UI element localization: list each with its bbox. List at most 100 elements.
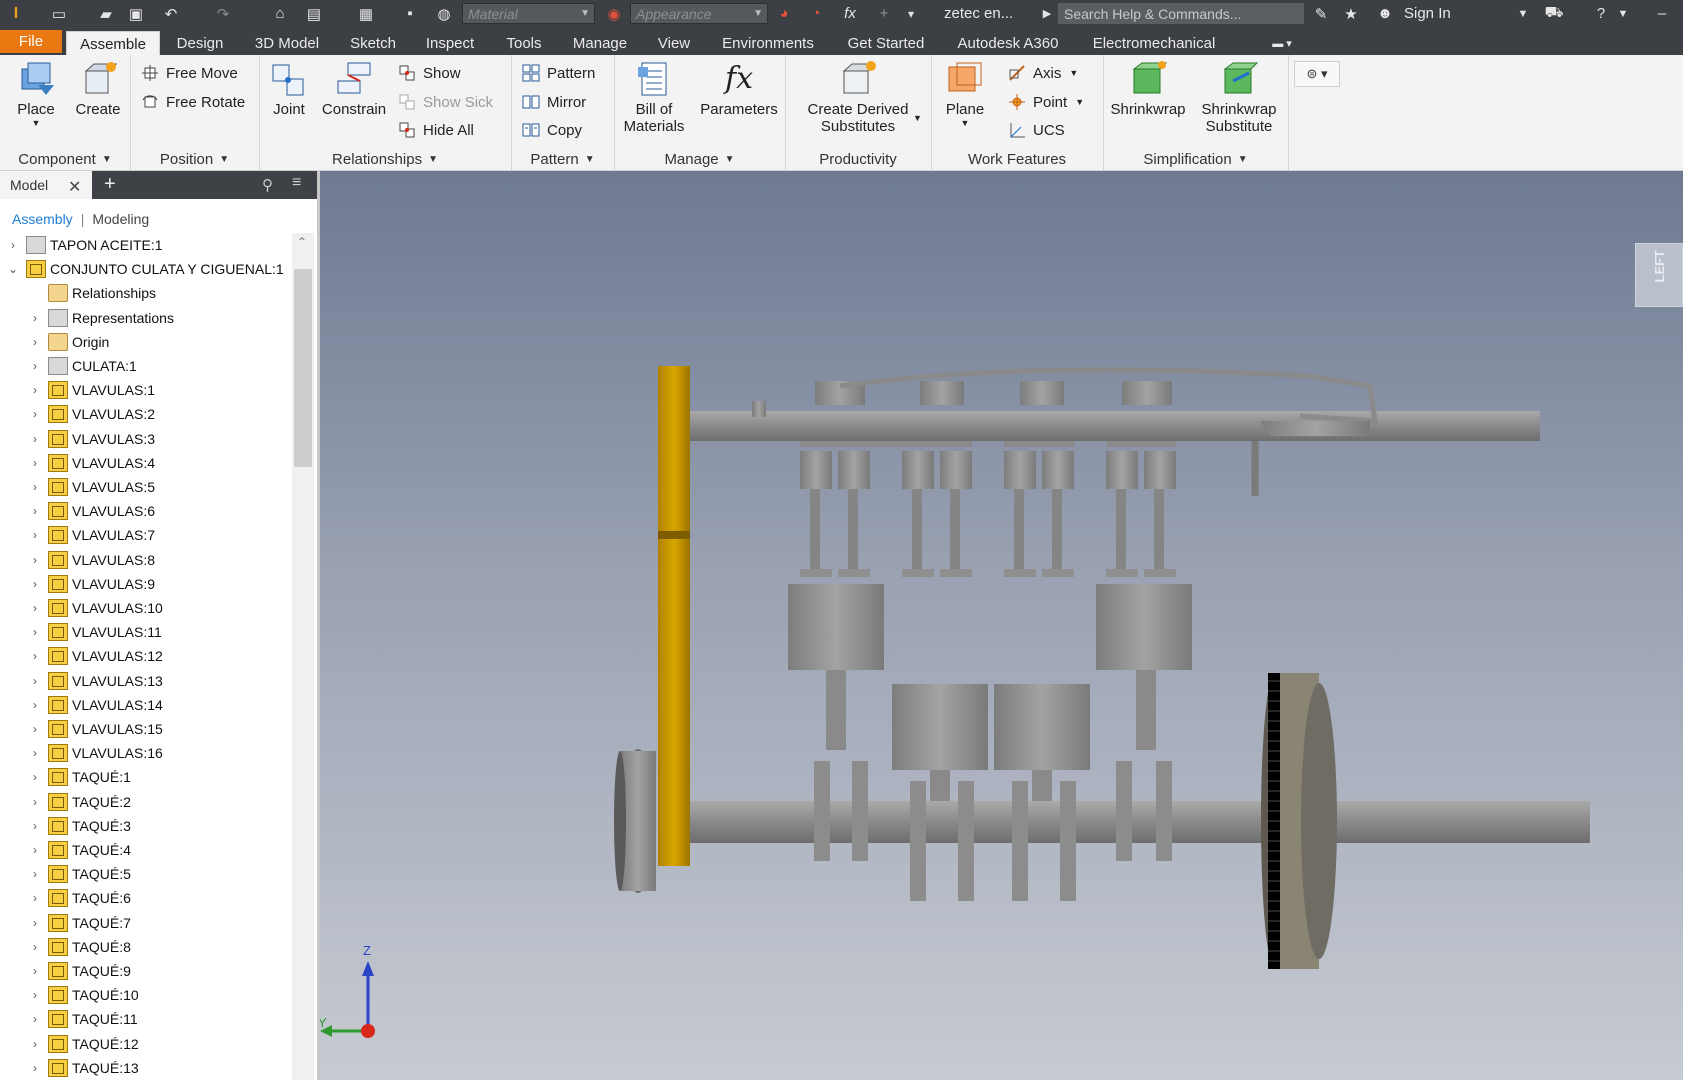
binoculars-icon[interactable]: ✎ — [1310, 0, 1332, 27]
pattern-button[interactable]: Pattern — [521, 61, 595, 85]
close-icon[interactable]: ✕ — [68, 177, 81, 197]
plane-button[interactable]: Plane ▼ — [935, 59, 995, 128]
tab-manage[interactable]: Manage — [564, 31, 636, 55]
expand-chevron-icon[interactable]: › — [30, 383, 40, 397]
tree-item[interactable]: › Origin — [0, 330, 292, 354]
hamburger-menu-icon[interactable]: ≡ — [292, 174, 301, 192]
expand-chevron-icon[interactable]: › — [30, 698, 40, 712]
tree-item[interactable]: Relationships — [0, 281, 292, 305]
tab-assemble[interactable]: Assemble — [66, 31, 160, 56]
ucs-button[interactable]: UCS — [1007, 118, 1065, 142]
tree-item[interactable]: › VLAVULAS:15 — [0, 717, 292, 741]
material-dropdown[interactable]: Material ▼ — [462, 3, 595, 24]
scroll-up-icon[interactable]: ⌃ — [297, 235, 307, 249]
tree-item[interactable]: › TAQUÉ:12 — [0, 1032, 292, 1056]
modeling-mode-link[interactable]: Modeling — [92, 211, 149, 227]
clear-appearance-icon[interactable]: ◔ — [804, 0, 828, 27]
graphics-viewport[interactable]: Z Y LEFT — [320, 171, 1683, 1080]
tree-item[interactable]: › VLAVULAS:14 — [0, 693, 292, 717]
open-icon[interactable]: ▰ — [92, 0, 120, 27]
expand-chevron-icon[interactable]: › — [30, 988, 40, 1002]
expand-chevron-icon[interactable]: › — [30, 674, 40, 688]
tree-item[interactable]: ⌄ CONJUNTO CULATA Y CIGUENAL:1 — [0, 257, 292, 281]
tab-inspect[interactable]: Inspect — [416, 31, 484, 55]
pistons[interactable] — [788, 584, 1192, 770]
show-button[interactable]: Show — [397, 61, 461, 85]
tab-electromechanical[interactable]: Electromechanical — [1080, 31, 1228, 55]
expand-chevron-icon[interactable]: › — [30, 432, 40, 446]
relationships-group-label[interactable]: Relationships ▼ — [259, 148, 511, 170]
point-button[interactable]: Point ▼ — [1007, 90, 1084, 114]
app-logo[interactable]: I — [6, 0, 26, 27]
tree-item[interactable]: › VLAVULAS:1 — [0, 378, 292, 402]
crank-pulley[interactable] — [614, 749, 656, 893]
expand-chevron-icon[interactable]: › — [30, 746, 40, 760]
search-input[interactable]: Search Help & Commands... — [1058, 3, 1304, 24]
undo-icon[interactable]: ↶ — [156, 0, 186, 27]
tree-item[interactable]: › VLAVULAS:3 — [0, 427, 292, 451]
tree-item[interactable]: › VLAVULAS:16 — [0, 741, 292, 765]
expand-chevron-icon[interactable]: › — [30, 359, 40, 373]
tree-item[interactable]: › VLAVULAS:5 — [0, 475, 292, 499]
tree-item[interactable]: › TAQUÉ:10 — [0, 983, 292, 1007]
show-sick-button[interactable]: Show Sick — [397, 90, 493, 114]
return-icon[interactable]: ▤ — [300, 0, 328, 27]
new-icon[interactable]: ▭ — [44, 0, 74, 27]
tree-item[interactable]: › TAQUÉ:5 — [0, 862, 292, 886]
expand-chevron-icon[interactable]: › — [30, 504, 40, 518]
tab-design[interactable]: Design — [166, 31, 234, 55]
crankshaft[interactable] — [660, 761, 1590, 901]
tree-item[interactable]: › VLAVULAS:9 — [0, 572, 292, 596]
tree-item[interactable]: › TAQUÉ:8 — [0, 935, 292, 959]
hide-all-button[interactable]: Hide All — [397, 118, 474, 142]
tree-item[interactable]: › CULATA:1 — [0, 354, 292, 378]
collapse-chevron-icon[interactable]: ⌄ — [8, 262, 18, 276]
expand-chevron-icon[interactable]: › — [30, 407, 40, 421]
scrollbar-thumb[interactable] — [294, 269, 312, 467]
adjust-appearance-icon[interactable]: ◕ — [772, 0, 796, 27]
play-icon[interactable]: ▶ — [1040, 0, 1054, 27]
tree-item[interactable]: › TAQUÉ:3 — [0, 814, 292, 838]
tab-autodesk-a360[interactable]: Autodesk A360 — [948, 31, 1068, 55]
minimize-icon[interactable]: – — [1652, 0, 1672, 27]
expand-chevron-icon[interactable]: › — [30, 601, 40, 615]
free-move-button[interactable]: Free Move — [140, 61, 238, 85]
appearance-sphere-icon[interactable]: ◉ — [602, 0, 626, 27]
tree-item[interactable]: › TAQUÉ:13 — [0, 1056, 292, 1080]
tree-item[interactable]: › TAQUÉ:2 — [0, 790, 292, 814]
tree-item[interactable]: › VLAVULAS:8 — [0, 548, 292, 572]
tab-3d-model[interactable]: 3D Model — [244, 31, 330, 55]
home-icon[interactable]: ⌂ — [268, 0, 292, 27]
viewcube[interactable]: LEFT — [1635, 243, 1683, 307]
expand-chevron-icon[interactable]: › — [30, 1037, 40, 1051]
ribbon-options-dropdown[interactable]: ⊜ ▾ — [1294, 61, 1340, 87]
expand-chevron-icon[interactable]: › — [30, 940, 40, 954]
tree-item[interactable]: › VLAVULAS:6 — [0, 499, 292, 523]
tree-item[interactable]: › VLAVULAS:10 — [0, 596, 292, 620]
tree-scrollbar[interactable]: ⌃ — [292, 233, 314, 1080]
shrinkwrap-button[interactable]: Shrinkwrap — [1105, 59, 1191, 118]
tab-environments[interactable]: Environments — [712, 31, 824, 55]
expand-chevron-icon[interactable]: › — [30, 528, 40, 542]
tree-item[interactable]: › TAPON ACEITE:1 — [0, 233, 292, 257]
tree-item[interactable]: › Representations — [0, 306, 292, 330]
expand-chevron-icon[interactable]: › — [30, 795, 40, 809]
constrain-button[interactable]: Constrain — [317, 59, 391, 118]
customize-icon[interactable]: ▾ — [900, 0, 922, 27]
component-group-label[interactable]: Component ▼ — [0, 148, 130, 170]
expand-chevron-icon[interactable]: › — [30, 553, 40, 567]
copy-button[interactable]: Copy — [521, 118, 582, 142]
assembly-mode-link[interactable]: Assembly — [12, 211, 73, 227]
expand-chevron-icon[interactable]: › — [30, 891, 40, 905]
tree-item[interactable]: › TAQUÉ:1 — [0, 765, 292, 789]
redo-icon[interactable]: ↷ — [208, 0, 238, 27]
cart-icon[interactable]: ⛟ — [1542, 0, 1566, 27]
update-icon[interactable]: ▦ — [352, 0, 380, 27]
expand-chevron-icon[interactable]: › — [30, 1061, 40, 1075]
help-icon[interactable]: ? — [1590, 0, 1612, 27]
parameters-button[interactable]: fx Parameters — [696, 59, 782, 118]
appearance-dropdown[interactable]: Appearance ▼ — [630, 3, 768, 24]
plus-icon[interactable]: + — [872, 0, 896, 27]
tree-item[interactable]: › VLAVULAS:2 — [0, 402, 292, 426]
pattern-group-label[interactable]: Pattern ▼ — [511, 148, 614, 170]
